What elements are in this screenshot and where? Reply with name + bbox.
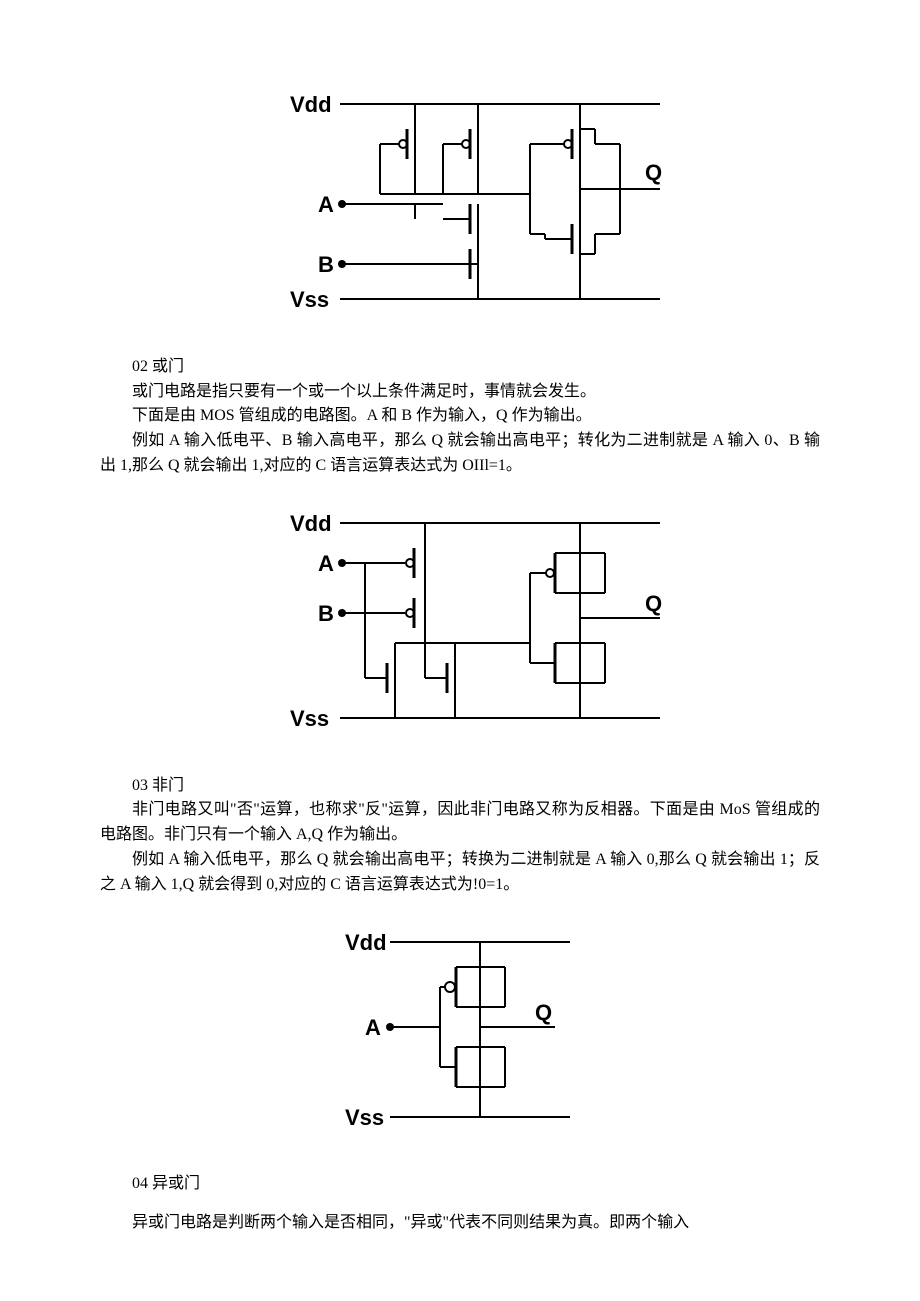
paragraph: 例如 A 输入低电平、B 输入高电平，那么 Q 就会输出高电平；转化为二进制就是… <box>100 429 820 479</box>
label-a: A <box>365 1015 381 1040</box>
label-b: B <box>318 601 334 626</box>
label-a: A <box>318 192 334 217</box>
nmos-icon <box>530 224 580 299</box>
section-heading-not: 03 非门 <box>100 774 820 799</box>
section-heading-or: 02 或门 <box>100 355 820 380</box>
paragraph: 异或门电路是判断两个输入是否相同，"异或"代表不同则结果为真。即两个输入 <box>100 1211 820 1236</box>
label-vss: Vss <box>290 706 329 731</box>
pmos-icon <box>380 129 580 194</box>
nmos-icon <box>415 204 478 299</box>
paragraph: 例如 A 输入低电平，那么 Q 就会输出高电平；转换为二进制就是 A 输入 0,… <box>100 848 820 898</box>
section-heading-xor: 04 异或门 <box>100 1172 820 1197</box>
label-a: A <box>318 551 334 576</box>
label-q: Q <box>645 591 662 616</box>
label-vdd: Vdd <box>290 92 332 117</box>
label-q: Q <box>645 160 662 185</box>
label-vdd: Vdd <box>290 511 332 536</box>
paragraph: 非门电路又叫"否"运算，也称求"反"运算，因此非门电路又称为反相器。下面是由 M… <box>100 798 820 848</box>
paragraph: 或门电路是指只要有一个或一个以上条件满足时，事情就会发生。 <box>100 380 820 405</box>
paragraph: 下面是由 MOS 管组成的电路图。A 和 B 作为输入，Q 作为输出。 <box>100 404 820 429</box>
figure-or-gate-prev: Vdd A B Vss Q <box>100 74 820 333</box>
label-b: B <box>318 252 334 277</box>
label-vss: Vss <box>290 287 329 312</box>
figure-or-gate: Vdd A B Vss Q <box>100 493 820 752</box>
figure-not-gate: Vdd A Vss Q <box>100 912 820 1151</box>
label-vdd: Vdd <box>345 930 387 955</box>
label-vss: Vss <box>345 1105 384 1130</box>
label-q: Q <box>535 1000 552 1025</box>
